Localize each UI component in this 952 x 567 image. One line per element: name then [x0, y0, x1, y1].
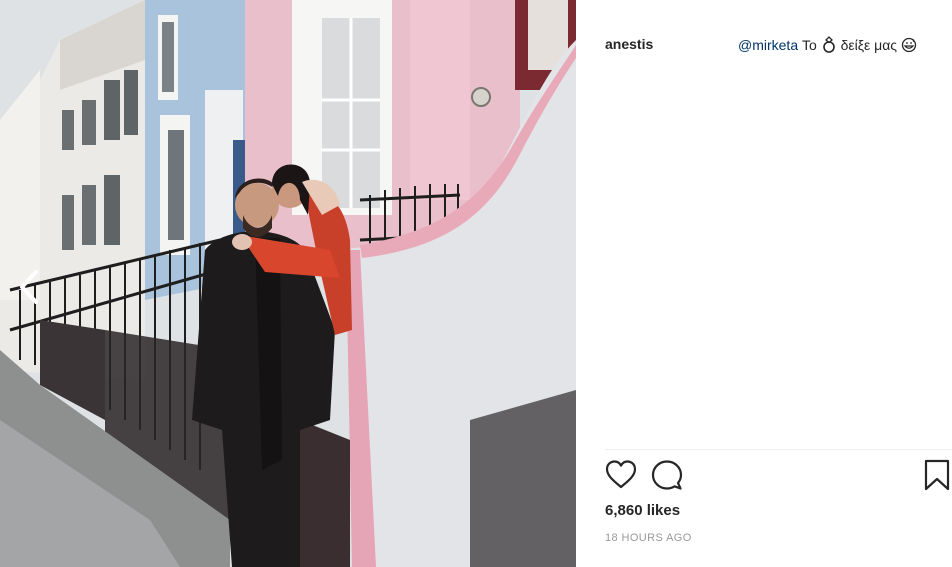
carousel-prev-button[interactable]: [14, 266, 48, 308]
post-caption: @mirketa Το δείξε μας: [738, 36, 917, 53]
caption-row: anestis @mirketa Το δείξε μας: [605, 34, 945, 54]
bookmark-icon: [924, 459, 950, 491]
post-photo[interactable]: [0, 0, 576, 567]
chevron-left-icon: [20, 270, 38, 304]
photo-image: [0, 0, 576, 567]
comment-button[interactable]: [650, 458, 684, 492]
speech-bubble-icon: [651, 460, 683, 490]
post-side-panel: anestis @mirketa Το δείξε μας 6,860 like…: [576, 0, 952, 567]
post-actions: [604, 458, 952, 494]
ring-emoji-icon: [822, 36, 835, 53]
post-username[interactable]: anestis: [605, 36, 653, 52]
caption-text-after: δείξε μας: [840, 37, 898, 53]
grinning-sweat-emoji-icon: [901, 37, 917, 53]
caption-text-before: Το: [802, 37, 817, 53]
caption-mention[interactable]: @mirketa: [738, 37, 798, 53]
likes-count[interactable]: 6,860 likes: [605, 502, 680, 519]
actions-divider: [605, 449, 952, 450]
like-button[interactable]: [604, 458, 638, 492]
post-timestamp[interactable]: 18 HOURS AGO: [605, 532, 692, 544]
save-button[interactable]: [922, 458, 952, 492]
heart-icon: [605, 460, 637, 489]
